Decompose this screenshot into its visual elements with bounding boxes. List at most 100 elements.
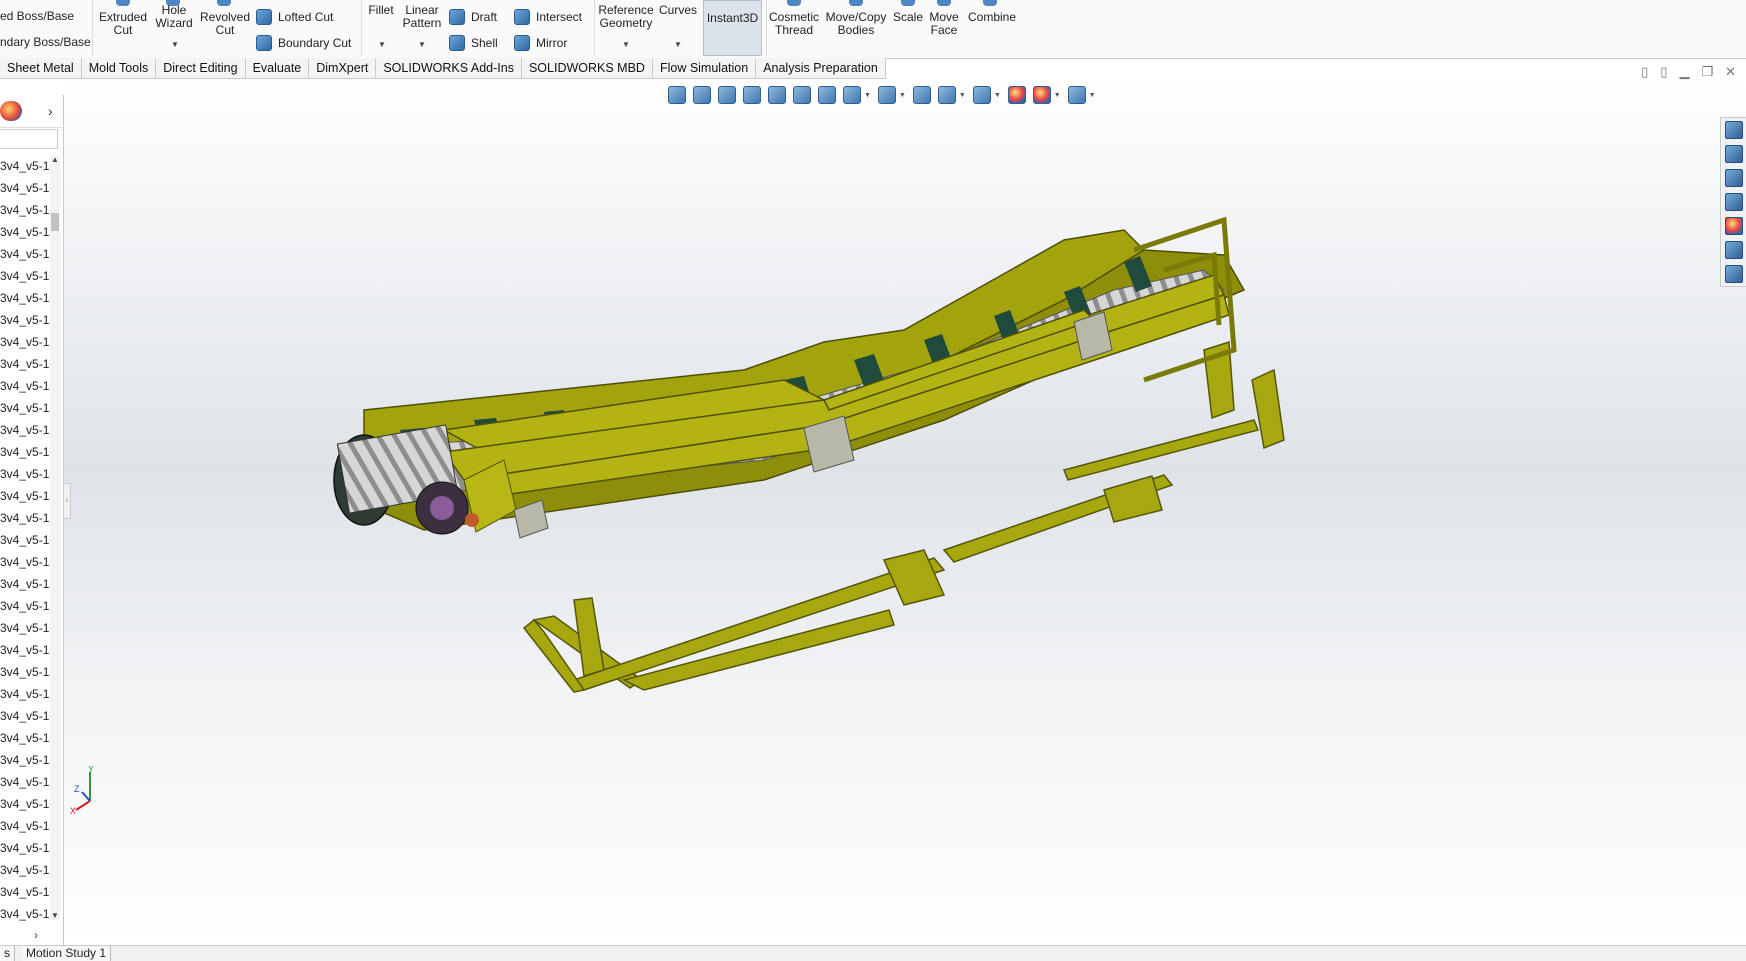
tree-item[interactable]: 3v4_v5-1- bbox=[0, 859, 50, 881]
fillet-dropdown-icon[interactable]: ▼ bbox=[378, 40, 386, 49]
instant3d-button[interactable]: Instant3D bbox=[703, 0, 762, 56]
combine-button[interactable]: Combine bbox=[966, 11, 1018, 24]
lofted-cut-button[interactable]: Lofted Cut bbox=[256, 9, 333, 25]
tree-item[interactable]: 3v4_v5-1- bbox=[0, 265, 50, 287]
scroll-down-icon[interactable]: ▼ bbox=[50, 911, 60, 920]
chevron-down-icon[interactable]: ▼ bbox=[1054, 92, 1061, 99]
revolved-cut-button[interactable]: Revolved Cut bbox=[200, 11, 250, 37]
boundary-cut-button[interactable]: Boundary Cut bbox=[256, 35, 351, 51]
scale-button[interactable]: Scale bbox=[890, 11, 926, 24]
scroll-up-icon[interactable]: ▲ bbox=[50, 155, 60, 164]
curves-button[interactable]: Curves bbox=[658, 4, 698, 17]
tree-item[interactable]: 3v4_v5-1- bbox=[0, 639, 50, 661]
tree-item[interactable]: 3v4_v5-1- bbox=[0, 595, 50, 617]
scene-icon[interactable] bbox=[1032, 86, 1051, 104]
tree-item[interactable]: 3v4_v5-1- bbox=[0, 903, 50, 925]
tree-item[interactable]: 3v4_v5-1- bbox=[0, 419, 50, 441]
file-explorer-icon[interactable] bbox=[1724, 169, 1743, 187]
forum-icon[interactable] bbox=[1724, 265, 1743, 283]
tree-item[interactable]: 3v4_v5-1- bbox=[0, 375, 50, 397]
shell-button[interactable]: Shell bbox=[449, 35, 498, 51]
tree-item[interactable]: 3v4_v5-1- bbox=[0, 155, 50, 177]
tab-dimxpert[interactable]: DimXpert bbox=[309, 58, 377, 79]
zoom-to-area-icon[interactable] bbox=[693, 86, 711, 104]
chevron-down-icon[interactable]: ▼ bbox=[994, 92, 1001, 99]
tree-item[interactable]: 3v4_v5-1- bbox=[0, 221, 50, 243]
chevron-down-icon[interactable]: ▼ bbox=[864, 92, 871, 99]
tree-item[interactable]: 3v4_v5-1- bbox=[0, 177, 50, 199]
chevron-right-icon[interactable]: › bbox=[48, 103, 53, 119]
boundary-boss-base-button[interactable]: ndary Boss/Base bbox=[0, 36, 91, 49]
tile-right-icon[interactable]: ▯ bbox=[1660, 64, 1667, 80]
dynamic-annotation-icon[interactable] bbox=[793, 86, 811, 104]
edit-appearance-icon[interactable] bbox=[937, 86, 956, 104]
triad-icon[interactable] bbox=[912, 86, 931, 104]
tree-item[interactable]: 3v4_v5-1- bbox=[0, 705, 50, 727]
move-copy-bodies-button[interactable]: Move/Copy Bodies bbox=[824, 11, 888, 37]
tab-evaluate[interactable]: Evaluate bbox=[245, 58, 310, 79]
appearance-tab-icon[interactable] bbox=[0, 101, 22, 121]
tree-item[interactable]: 3v4_v5-1- bbox=[0, 243, 50, 265]
tab-motion-study-1[interactable]: Motion Study 1 bbox=[22, 946, 112, 961]
tree-item[interactable]: 3v4_v5-1- bbox=[0, 287, 50, 309]
tab-model-partial[interactable]: s bbox=[0, 946, 15, 961]
tree-item[interactable]: 3v4_v5-1- bbox=[0, 507, 50, 529]
tree-item[interactable]: 3v4_v5-1- bbox=[0, 441, 50, 463]
tile-left-icon[interactable]: ▯ bbox=[1641, 64, 1648, 80]
tree-item[interactable]: 3v4_v5-1- bbox=[0, 881, 50, 903]
extruded-boss-base-button[interactable]: ed Boss/Base bbox=[0, 10, 74, 23]
tree-item[interactable]: 3v4_v5-1- bbox=[0, 573, 50, 595]
tree-item[interactable]: 3v4_v5-1- bbox=[0, 485, 50, 507]
appearances-icon[interactable] bbox=[1724, 217, 1743, 235]
tree-item[interactable]: 3v4_v5-1- bbox=[0, 617, 50, 639]
tab-direct-editing[interactable]: Direct Editing bbox=[156, 58, 246, 79]
tab-mold-tools[interactable]: Mold Tools bbox=[81, 58, 157, 79]
home-icon[interactable] bbox=[1724, 121, 1743, 139]
view-orientation-icon[interactable] bbox=[818, 86, 836, 104]
curves-dropdown-icon[interactable]: ▼ bbox=[674, 40, 682, 49]
tree-item[interactable]: 3v4_v5-1- bbox=[0, 353, 50, 375]
zoom-icon[interactable] bbox=[743, 86, 761, 104]
tab-sheet-metal[interactable]: Sheet Metal bbox=[0, 58, 82, 79]
panel-collapse-handle[interactable]: ◦ bbox=[63, 483, 71, 519]
tree-item[interactable]: 3v4_v5-1- bbox=[0, 397, 50, 419]
move-face-button[interactable]: Move Face bbox=[926, 11, 962, 37]
tree-item[interactable]: 3v4_v5-1- bbox=[0, 331, 50, 353]
tree-item[interactable]: 3v4_v5-1- bbox=[0, 683, 50, 705]
mirror-button[interactable]: Mirror bbox=[514, 35, 567, 51]
draft-button[interactable]: Draft bbox=[449, 9, 497, 25]
tab-solidworks-mbd[interactable]: SOLIDWORKS MBD bbox=[521, 58, 653, 79]
tree-item[interactable]: 3v4_v5-1- bbox=[0, 529, 50, 551]
cosmetic-thread-button[interactable]: Cosmetic Thread bbox=[768, 11, 820, 37]
fillet-button[interactable]: Fillet bbox=[366, 4, 396, 17]
appearance-sphere-icon[interactable] bbox=[1007, 86, 1026, 104]
linear-pattern-dropdown-icon[interactable]: ▼ bbox=[418, 40, 426, 49]
hide-show-items-icon[interactable] bbox=[877, 86, 896, 104]
tree-item[interactable]: 3v4_v5-1- bbox=[0, 837, 50, 859]
chevron-down-icon[interactable]: ▼ bbox=[899, 92, 906, 99]
tree-item[interactable]: 3v4_v5-1- bbox=[0, 793, 50, 815]
tab-flow-simulation[interactable]: Flow Simulation bbox=[652, 58, 757, 79]
graphics-area[interactable]: Y X Z bbox=[64, 80, 1746, 945]
extruded-cut-button[interactable]: Extruded Cut bbox=[98, 11, 148, 37]
tree-item[interactable]: 3v4_v5-1- bbox=[0, 309, 50, 331]
custom-properties-icon[interactable] bbox=[1724, 241, 1743, 259]
minimize-icon[interactable]: ▁ bbox=[1679, 64, 1689, 80]
tab-analysis-preparation[interactable]: Analysis Preparation bbox=[756, 58, 886, 79]
hole-wizard-button[interactable]: Hole Wizard bbox=[152, 4, 196, 30]
display-style-icon[interactable] bbox=[843, 86, 861, 104]
chevron-down-icon[interactable]: ▼ bbox=[1089, 92, 1096, 99]
intersect-button[interactable]: Intersect bbox=[514, 9, 582, 25]
chevron-down-icon[interactable]: ▼ bbox=[959, 92, 966, 99]
view-palette-icon[interactable] bbox=[1724, 193, 1743, 211]
section-view-icon[interactable] bbox=[768, 86, 786, 104]
scroll-thumb[interactable] bbox=[51, 213, 59, 231]
restore-icon[interactable]: ❐ bbox=[1701, 64, 1713, 80]
zoom-to-fit-icon[interactable] bbox=[668, 86, 686, 104]
close-icon[interactable]: ✕ bbox=[1725, 64, 1736, 80]
previous-view-icon[interactable] bbox=[718, 86, 736, 104]
reference-geometry-button[interactable]: Reference Geometry bbox=[598, 4, 654, 30]
tree-filter-input[interactable] bbox=[0, 129, 58, 149]
conveyor-model[interactable] bbox=[64, 80, 1746, 945]
reference-geometry-dropdown-icon[interactable]: ▼ bbox=[622, 40, 630, 49]
